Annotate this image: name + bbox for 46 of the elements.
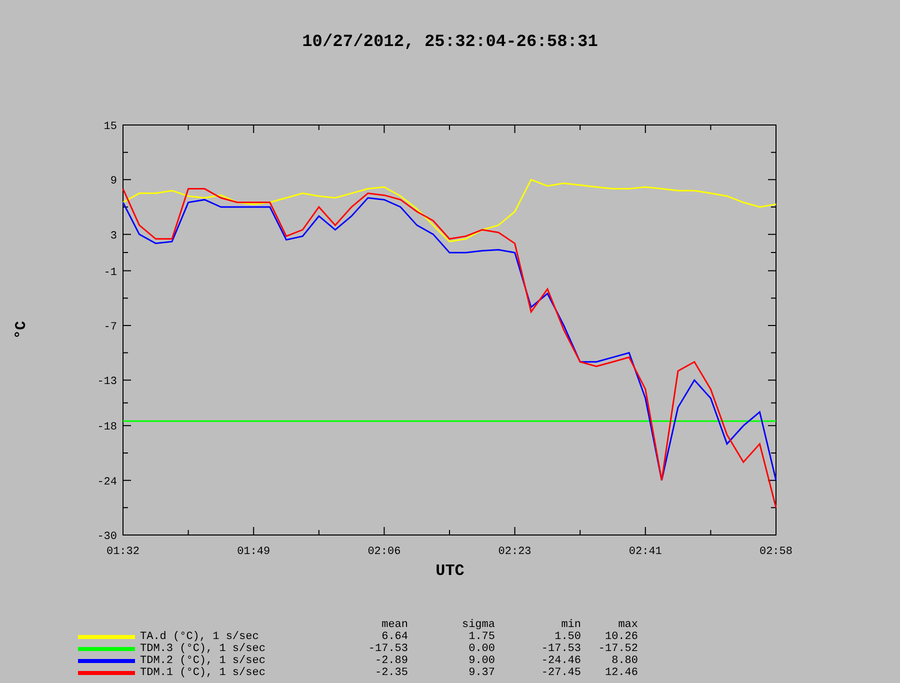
legend-label: TA.d (°C), 1 s/sec [139, 631, 260, 643]
stat-value: 10.26 [604, 631, 638, 643]
stat-value: -17.53 [367, 643, 408, 655]
tick-label: 15 [104, 121, 117, 133]
stat-value: -24.46 [540, 655, 581, 667]
legend-label: TDM.2 (°C), 1 s/sec [139, 655, 266, 667]
stat-value: -2.35 [374, 667, 408, 679]
column-header: max [617, 619, 638, 631]
stat-value: -2.89 [374, 655, 408, 667]
tick-label: -30 [97, 531, 117, 543]
axis-label: °C [13, 321, 30, 339]
tick-label: 02:58 [760, 546, 792, 558]
legend-swatch [78, 635, 135, 639]
tick-label: 01:32 [106, 546, 140, 558]
legend-swatch [78, 659, 135, 663]
stat-value: 0.00 [468, 643, 495, 655]
tick-label: -18 [97, 422, 117, 434]
tick-label: 01:49 [237, 546, 270, 558]
column-header: min [560, 619, 581, 631]
tick-label: -13 [97, 376, 117, 388]
tick-label: 02:41 [628, 546, 662, 558]
stat-value: 9.00 [468, 655, 495, 667]
stat-value: 12.46 [604, 667, 638, 679]
axis-label: UTC [436, 562, 464, 580]
legend-swatch [78, 647, 135, 651]
column-header: mean [380, 619, 408, 631]
legend-label: TDM.1 (°C), 1 s/sec [139, 667, 266, 679]
tick-label: 3 [110, 230, 117, 242]
stat-value: -17.52 [597, 643, 638, 655]
stat-value: -27.45 [540, 667, 581, 679]
tick-label: 02:23 [498, 546, 532, 558]
stat-value: -17.53 [540, 643, 581, 655]
stat-value: 8.80 [610, 655, 638, 667]
stat-value: 1.75 [468, 631, 495, 643]
column-header: sigma [460, 619, 495, 631]
stat-value: 1.50 [554, 631, 581, 643]
tick-label: -1 [104, 266, 117, 279]
tick-label: 02:06 [368, 546, 401, 558]
chart-title: 10/27/2012, 25:32:04-26:58:31 [302, 33, 598, 52]
legend-label: TDM.3 (°C), 1 s/sec [139, 643, 266, 655]
tick-label: -7 [104, 321, 117, 334]
tick-label: 9 [110, 176, 117, 188]
stat-value: 6.64 [380, 631, 408, 643]
tick-label: -24 [97, 476, 117, 488]
stat-value: 9.37 [468, 667, 495, 679]
legend-swatch [78, 671, 135, 675]
